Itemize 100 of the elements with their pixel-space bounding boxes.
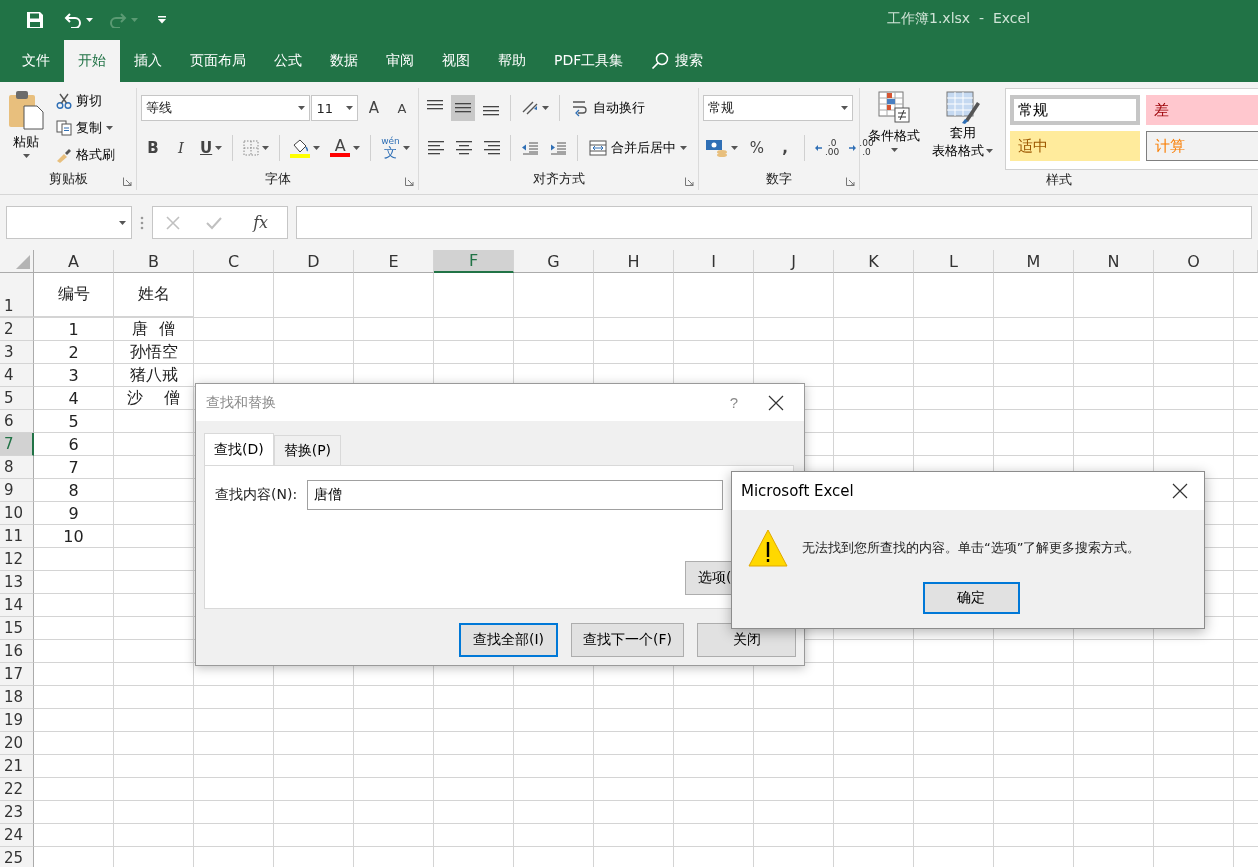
row-header[interactable]: 6 xyxy=(0,410,34,433)
italic-button[interactable]: I xyxy=(169,135,193,161)
column-header[interactable]: I xyxy=(674,250,754,273)
undo-icon[interactable] xyxy=(64,12,82,28)
save-icon[interactable] xyxy=(26,11,44,29)
font-size-field[interactable]: 11 xyxy=(311,95,358,121)
copy-button[interactable]: 复制 xyxy=(52,115,119,141)
row-header[interactable]: 23 xyxy=(0,801,34,824)
column-header[interactable]: O xyxy=(1154,250,1234,273)
row-header[interactable]: 2 xyxy=(0,318,34,341)
row-header[interactable]: 13 xyxy=(0,571,34,594)
underline-button[interactable]: U xyxy=(197,135,226,161)
field-label: 查找内容(N): xyxy=(215,486,298,504)
arrow-icon xyxy=(849,145,857,151)
close-icon xyxy=(1172,483,1188,499)
table-cell: 沙 僧 xyxy=(114,387,194,410)
row-header[interactable]: 24 xyxy=(0,824,34,847)
number-format-field[interactable]: 常规 xyxy=(703,95,853,121)
wrap-text-button[interactable]: 自动换行 xyxy=(567,95,649,121)
customize-menu-icon[interactable] xyxy=(158,16,166,24)
ribbon-tab[interactable]: 页面布局 xyxy=(176,40,260,82)
row-header[interactable]: 9 xyxy=(0,479,34,502)
row-header[interactable]: 3 xyxy=(0,341,34,364)
column-header[interactable]: C xyxy=(194,250,274,273)
row-header[interactable]: 4 xyxy=(0,364,34,387)
row-header[interactable]: 20 xyxy=(0,732,34,755)
cell-style[interactable]: 适中 xyxy=(1010,131,1140,161)
row-header[interactable]: 14 xyxy=(0,594,34,617)
format-as-table-button[interactable]: 套用 表格格式 xyxy=(928,88,997,170)
dialog-tab[interactable]: 查找(D) xyxy=(204,433,274,466)
row-header[interactable]: 16 xyxy=(0,640,34,663)
ribbon-tab[interactable]: 开始 xyxy=(64,40,120,82)
middle-align-button[interactable] xyxy=(451,95,475,121)
column-header[interactable]: H xyxy=(594,250,674,273)
group-label: 对齐方式 xyxy=(532,170,585,188)
format-painter-button[interactable]: 格式刷 xyxy=(52,141,119,168)
cut-button[interactable]: 剪切 xyxy=(52,88,119,115)
row-header[interactable]: 18 xyxy=(0,686,34,709)
align-lines-icon xyxy=(454,141,472,155)
ok-button[interactable]: 确定 xyxy=(922,582,1020,614)
dialog-tab[interactable]: 替换(P) xyxy=(273,435,342,465)
scissors-icon xyxy=(56,93,72,110)
column-header[interactable]: F xyxy=(434,250,514,273)
column-header[interactable]: G xyxy=(514,250,594,273)
column-header[interactable]: M xyxy=(994,250,1074,273)
ribbon-tab[interactable]: 文件 xyxy=(8,40,64,82)
dialog-launcher-icon[interactable] xyxy=(123,177,132,186)
dialog-button[interactable]: 查找下一个(F) xyxy=(571,623,684,657)
ribbon-tab[interactable]: 插入 xyxy=(120,40,176,82)
row-header[interactable]: 7 xyxy=(0,433,34,456)
font-name-field[interactable]: 等线 xyxy=(141,95,311,121)
caret-icon[interactable] xyxy=(86,18,93,22)
row-header[interactable]: 17 xyxy=(0,663,34,686)
table-cell: 姓名 xyxy=(114,273,194,317)
row-header[interactable]: 19 xyxy=(0,709,34,732)
increase-font-size-button[interactable]: A xyxy=(362,95,386,121)
font-color-button[interactable]: A xyxy=(327,135,364,161)
column-header[interactable]: B xyxy=(114,250,194,273)
ribbon-tab[interactable]: 公式 xyxy=(260,40,316,82)
column-header[interactable]: A xyxy=(34,250,114,273)
row-header[interactable]: 5 xyxy=(0,387,34,410)
insert-function-button[interactable]: fx xyxy=(247,212,275,233)
ribbon-tab[interactable]: PDF工具集 xyxy=(540,40,638,82)
row-header[interactable]: 15 xyxy=(0,617,34,640)
formula-input[interactable] xyxy=(296,206,1252,239)
row-header[interactable]: 12 xyxy=(0,548,34,571)
ribbon-tab[interactable]: 审阅 xyxy=(372,40,428,82)
dialog-launcher-icon[interactable] xyxy=(685,177,694,186)
bold-button[interactable]: B xyxy=(141,135,165,161)
row-header[interactable]: 25 xyxy=(0,847,34,867)
increase-decimal-button[interactable]: .0 .00 xyxy=(812,135,843,161)
help-button[interactable]: ? xyxy=(720,393,748,412)
column-header[interactable]: E xyxy=(354,250,434,273)
decrease-font-size-button[interactable]: A xyxy=(390,95,414,121)
search-button[interactable]: 搜索 xyxy=(637,40,718,82)
phonetic-guide-button[interactable]: wén 文 xyxy=(378,135,413,161)
row-header[interactable]: 1 xyxy=(0,273,34,317)
row-header[interactable]: 11 xyxy=(0,525,34,548)
column-header[interactable]: L xyxy=(914,250,994,273)
dialog-launcher-icon[interactable] xyxy=(846,177,855,186)
dialog-button[interactable]: 查找全部(I) xyxy=(459,623,558,657)
cell-style[interactable]: 差 xyxy=(1146,95,1258,125)
percent-button[interactable]: % xyxy=(745,135,769,161)
row-header[interactable]: 8 xyxy=(0,456,34,479)
column-header[interactable]: J xyxy=(754,250,834,273)
row-header[interactable]: 22 xyxy=(0,778,34,801)
row-header[interactable]: 10 xyxy=(0,502,34,525)
ribbon-tab[interactable]: 帮助 xyxy=(484,40,540,82)
column-header[interactable]: K xyxy=(834,250,914,273)
column-header[interactable]: D xyxy=(274,250,354,273)
row-header[interactable]: 21 xyxy=(0,755,34,778)
merge-center-button[interactable]: 合并后居中 xyxy=(585,135,691,161)
ribbon-tab[interactable]: 数据 xyxy=(316,40,372,82)
ribbon-tab[interactable]: 视图 xyxy=(428,40,484,82)
cell-style[interactable]: 常规 xyxy=(1010,95,1140,125)
column-header[interactable]: N xyxy=(1074,250,1154,273)
find-what-field[interactable]: 唐僧 xyxy=(307,480,724,510)
comma-style-button[interactable]: , xyxy=(773,135,797,161)
paste-button[interactable]: 粘贴 xyxy=(4,88,48,168)
dialog-launcher-icon[interactable] xyxy=(405,177,414,186)
